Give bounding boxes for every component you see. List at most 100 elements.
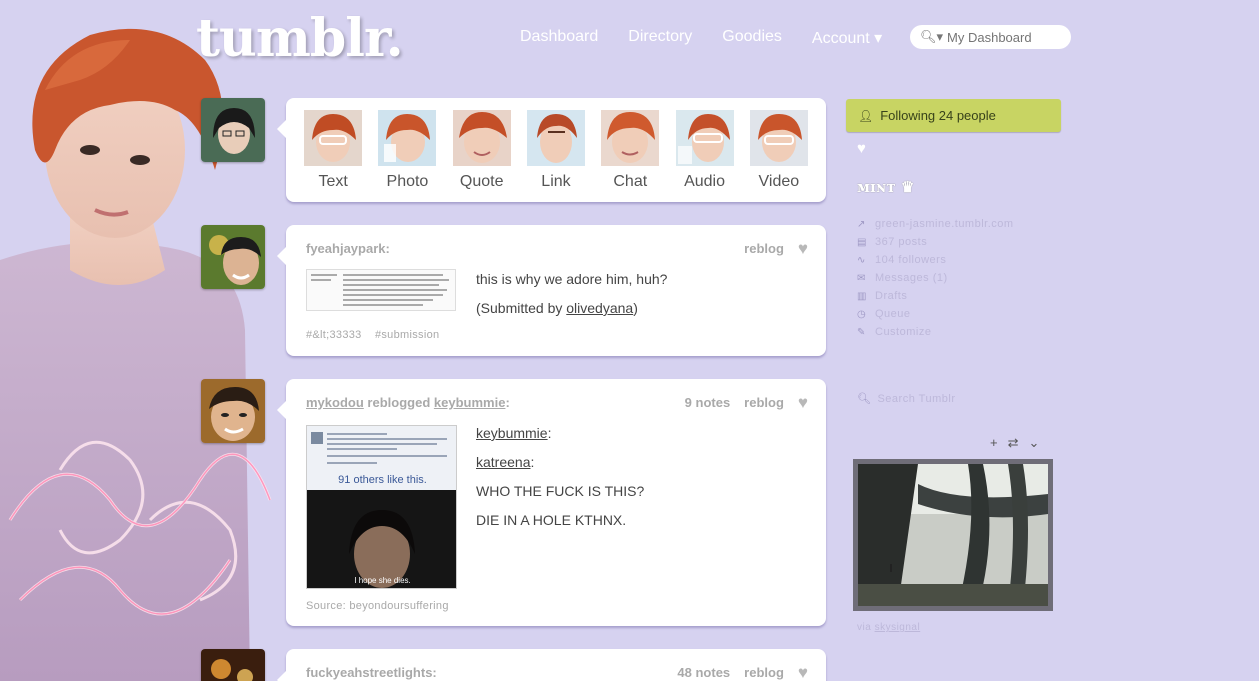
dashboard-search[interactable]: 🔍︎▾ — [910, 25, 1071, 49]
user-avatar[interactable] — [201, 98, 265, 162]
reblog-button[interactable]: reblog — [744, 241, 784, 256]
post-type-quote[interactable]: Quote — [445, 110, 519, 202]
dashboard-search-input[interactable] — [947, 29, 1066, 45]
blog-title[interactable]: ᴍɪɴᴛ ♛ — [857, 178, 914, 196]
post-type-label: Quote — [459, 173, 504, 190]
search-tumblr-label: Search Tumblr — [877, 393, 956, 405]
heart-icon[interactable]: ♥ — [798, 240, 808, 257]
via-label: via — [857, 622, 872, 633]
author-colon: : — [505, 395, 510, 410]
liked-posts-heart-icon[interactable]: ♥ — [857, 140, 866, 157]
post-type-audio[interactable]: Audio — [667, 110, 741, 202]
blog-menu-posts[interactable]: ▤ 367 posts — [857, 233, 1014, 251]
menu-label: green-jasmine.tumblr.com — [875, 218, 1014, 230]
post-text: DIE IN A HOLE KTHNX. — [476, 512, 627, 528]
post-credit: (Submitted by olivedyana) — [476, 294, 667, 323]
post-type-video-icon — [749, 110, 808, 166]
user-icon: 👤︎ — [858, 108, 874, 123]
post-type-label: Chat — [613, 173, 648, 190]
post-avatar-mykodou[interactable] — [201, 379, 265, 443]
menu-label: Queue — [875, 308, 911, 320]
nav-account[interactable]: Account ▾ — [812, 28, 882, 48]
post-type-bar: Text Photo Quote Link Chat Audio Video — [277, 98, 826, 202]
blog-menu: ↗ green-jasmine.tumblr.com ▤ 367 posts ∿ 10… — [857, 215, 1014, 341]
post-type-text[interactable]: Text — [296, 110, 370, 202]
main-nav: Dashboard Directory Goodies Account ▾ — [520, 28, 882, 48]
heart-icon[interactable]: ♥ — [798, 664, 808, 681]
posts-icon: ▤ — [857, 236, 867, 248]
post-type-photo-icon — [378, 110, 437, 166]
post-avatar-fuckyeahstreetlights[interactable] — [201, 649, 265, 681]
reblogged-from-link[interactable]: keybummie — [434, 395, 506, 410]
post-tags: #&lt;33333 #submission — [306, 329, 449, 341]
blog-menu-drafts[interactable]: ▥ Drafts — [857, 287, 1014, 305]
photo-subtitle: I hope she dies. — [354, 576, 411, 585]
nav-dashboard[interactable]: Dashboard — [520, 28, 598, 48]
reblog-icon[interactable]: ⇄ — [1008, 435, 1019, 451]
post-actions: 9 notes reblog ♥ — [685, 394, 808, 411]
quote-user-link[interactable]: keybummie — [476, 425, 548, 441]
tag[interactable]: #submission — [375, 329, 439, 341]
post-type-video[interactable]: Video — [742, 110, 816, 202]
search-icon: 🔍︎ — [857, 393, 872, 405]
blog-menu-customize[interactable]: ✎ Customize — [857, 323, 1014, 341]
blog-menu-url[interactable]: ↗ green-jasmine.tumblr.com — [857, 215, 1014, 233]
following-button[interactable]: 👤︎ Following 24 people — [846, 99, 1061, 132]
via-link[interactable]: skysignal — [875, 622, 921, 633]
post-type-chat-icon — [601, 110, 660, 166]
customize-icon: ✎ — [857, 326, 866, 338]
menu-label: Messages (1) — [875, 272, 948, 284]
blog-menu-messages[interactable]: ✉ Messages (1) — [857, 269, 1014, 287]
post-text: WHO THE FUCK IS THIS? — [476, 483, 645, 499]
post-type-label: Text — [318, 173, 348, 190]
chevron-down-icon[interactable]: ⌄ — [1029, 435, 1040, 451]
reblog-button[interactable]: reblog — [744, 395, 784, 410]
post-fyeahjaypark: fyeahjaypark: reblog ♥ this is why we ad… — [277, 225, 826, 356]
post-author: mykodou reblogged keybummie: — [306, 395, 510, 410]
search-icon[interactable]: 🔍︎▾ — [920, 29, 943, 45]
post-type-quote-icon — [452, 110, 511, 166]
source-label: Source: — [306, 600, 347, 612]
post-body: keybummie: katreena: WHO THE FUCK IS THI… — [476, 419, 644, 535]
following-label: Following 24 people — [880, 108, 996, 123]
post-type-link[interactable]: Link — [519, 110, 593, 202]
post-type-photo[interactable]: Photo — [370, 110, 444, 202]
notes-count[interactable]: 9 notes — [685, 395, 731, 410]
blog-menu-followers[interactable]: ∿ 104 followers — [857, 251, 1014, 269]
post-credit-prefix: (Submitted by — [476, 300, 567, 316]
plus-icon[interactable]: + — [990, 435, 998, 451]
notes-count[interactable]: 48 notes — [677, 665, 730, 680]
post-photo[interactable]: 91 others like this. I hope she dies. — [306, 425, 457, 589]
tag[interactable]: #&lt;33333 — [306, 329, 362, 341]
reblogged-text: reblogged — [367, 395, 431, 410]
post-type-text-icon — [304, 110, 363, 166]
menu-label: 367 posts — [875, 236, 928, 248]
post-avatar-fyeahjaypark[interactable] — [201, 225, 265, 289]
post-photo[interactable] — [306, 269, 456, 311]
radar-controls: + ⇄ ⌄ — [990, 435, 1039, 451]
quote-user-link[interactable]: katreena — [476, 454, 530, 470]
author-link[interactable]: mykodou — [306, 395, 364, 410]
post-type-chat[interactable]: Chat — [593, 110, 667, 202]
post-type-label: Photo — [386, 173, 429, 190]
link-icon: ↗ — [857, 218, 866, 230]
tumblr-logo[interactable]: tumblr. — [196, 8, 404, 69]
nav-goodies[interactable]: Goodies — [722, 28, 782, 48]
blog-menu-queue[interactable]: ◷ Queue — [857, 305, 1014, 323]
radar-photo[interactable] — [853, 459, 1053, 611]
menu-label: Drafts — [875, 290, 908, 302]
post-credit-suffix: ) — [633, 300, 638, 316]
submitter-link[interactable]: olivedyana — [566, 300, 633, 316]
post-author[interactable]: fuckyeahstreetlights: — [306, 665, 437, 680]
source-link[interactable]: beyondoursuffering — [349, 600, 448, 612]
menu-label: 104 followers — [875, 254, 947, 266]
messages-icon: ✉ — [857, 272, 866, 284]
post-type-label: Link — [541, 173, 571, 190]
heart-icon[interactable]: ♥ — [798, 394, 808, 411]
post-source: Source: beyondoursuffering — [306, 600, 449, 612]
post-author[interactable]: fyeahjaypark: — [306, 241, 390, 256]
reblog-button[interactable]: reblog — [744, 665, 784, 680]
search-tumblr[interactable]: 🔍︎ Search Tumblr — [857, 392, 956, 405]
nav-directory[interactable]: Directory — [628, 28, 692, 48]
post-type-label: Video — [758, 173, 800, 190]
